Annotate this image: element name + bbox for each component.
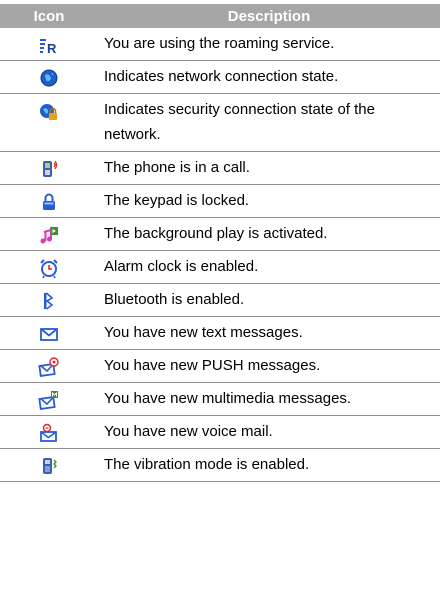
alarm-clock-icon [38,257,60,279]
icon-column-header: Icon [0,4,98,28]
network-connection-icon [38,67,60,89]
row-description: You have new multimedia messages. [98,382,440,416]
row-description: Alarm clock is enabled. [98,250,440,284]
table-row: You have new PUSH messages. [0,349,440,383]
row-description: The keypad is locked. [98,184,440,218]
text-message-icon [38,323,60,345]
table-row: Indicates security connection state of t… [0,93,440,152]
table-row: Bluetooth is enabled. [0,283,440,317]
security-connection-icon [38,101,60,123]
table-row: Indicates network connection state. [0,60,440,94]
row-description: You have new voice mail. [98,415,440,449]
table-row: The vibration mode is enabled. [0,448,440,482]
table-row: R You are using the roaming service. [0,28,440,61]
description-column-header: Description [98,4,440,28]
table-row: You have new multimedia messages. [0,382,440,416]
row-description: The vibration mode is enabled. [98,448,440,482]
roaming-icon: R [38,34,60,56]
keypad-lock-icon [38,191,60,213]
in-call-icon [38,158,60,180]
row-description: Indicates network connection state. [98,60,440,94]
row-description: The background play is activated. [98,217,440,251]
table-row: The phone is in a call. [0,151,440,185]
row-description: Bluetooth is enabled. [98,283,440,317]
row-description: You are using the roaming service. [98,28,440,61]
background-play-icon [38,224,60,246]
row-description: Indicates security connection state of t… [98,93,440,152]
status-icon-table: Icon Description R You are using the roa… [0,4,440,482]
table-row: Alarm clock is enabled. [0,250,440,284]
multimedia-message-icon [38,389,60,411]
row-description: The phone is in a call. [98,151,440,185]
table-row: You have new voice mail. [0,415,440,449]
vibration-mode-icon [38,455,60,477]
row-description: You have new PUSH messages. [98,349,440,383]
table-row: You have new text messages. [0,316,440,350]
table-header-row: Icon Description [0,4,440,28]
row-description: You have new text messages. [98,316,440,350]
voice-mail-icon [38,422,60,444]
push-message-icon [38,356,60,378]
bluetooth-icon [38,290,60,312]
table-row: The keypad is locked. [0,184,440,218]
svg-text:R: R [47,41,57,56]
table-row: The background play is activated. [0,217,440,251]
